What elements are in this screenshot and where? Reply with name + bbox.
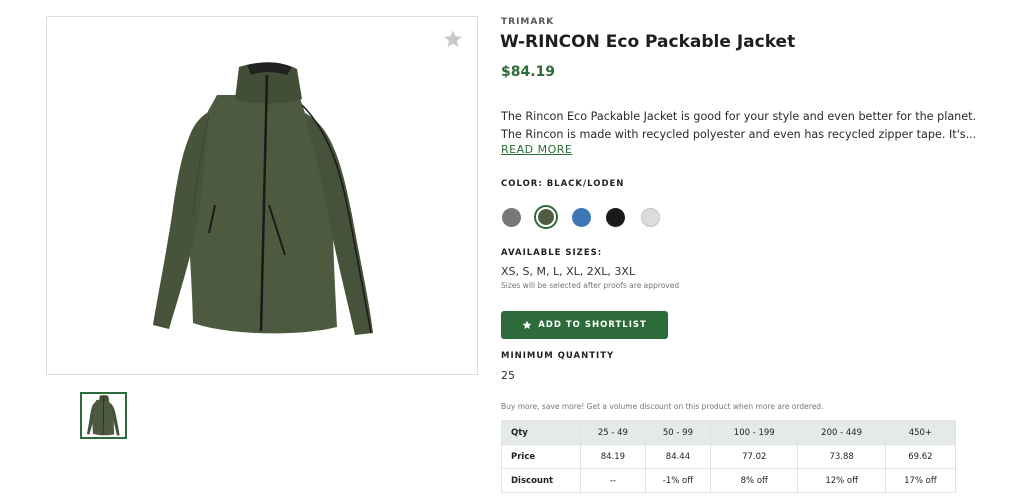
- pricing-cell: 73.88: [797, 444, 886, 469]
- pricing-header-cell: 100 - 199: [710, 420, 799, 445]
- description-line: The Rincon Eco Packable Jacket is good f…: [501, 110, 977, 123]
- color-swatch-black[interactable]: [606, 208, 625, 227]
- pricing-cell: 69.62: [884, 444, 957, 469]
- read-more-link[interactable]: READ MORE: [501, 143, 572, 156]
- sizes-label: AVAILABLE SIZES:: [501, 248, 603, 258]
- brand-name: TRIMARK: [501, 17, 555, 27]
- pricing-cell: 84.44: [644, 444, 712, 469]
- pricing-cell: 84.19: [580, 444, 646, 469]
- product-main-image[interactable]: [46, 16, 478, 375]
- pricing-cell: --: [580, 468, 646, 493]
- pricing-header-cell: 50 - 99: [644, 420, 712, 445]
- pricing-cell: -1% off: [644, 468, 712, 493]
- pricing-cell: 77.02: [710, 444, 799, 469]
- pricing-table: Qty 25 - 49 50 - 99 100 - 199 200 - 449 …: [501, 420, 957, 493]
- star-icon: [522, 320, 532, 329]
- pricing-cell: Price: [501, 444, 581, 469]
- pricing-header-cell: 25 - 49: [580, 420, 646, 445]
- sizes-note: Sizes will be selected after proofs are …: [501, 281, 680, 290]
- pricing-header-cell: 200 - 449: [797, 420, 886, 445]
- favorite-star-icon[interactable]: [443, 29, 463, 49]
- add-to-shortlist-button[interactable]: ADD TO SHORTLIST: [501, 311, 668, 339]
- product-title: W-RINCON Eco Packable Jacket: [500, 32, 796, 52]
- pricing-cell: 8% off: [710, 468, 799, 493]
- pricing-header-cell: Qty: [501, 420, 581, 445]
- pricing-header-row: Qty 25 - 49 50 - 99 100 - 199 200 - 449 …: [501, 420, 957, 445]
- product-description: The Rincon Eco Packable Jacket is good f…: [501, 108, 977, 144]
- jacket-thumbnail-image: [86, 395, 120, 436]
- color-label: COLOR: BLACK/LODEN: [501, 179, 625, 189]
- minimum-quantity-value: 25: [501, 369, 515, 382]
- color-swatch-grey[interactable]: [502, 208, 521, 227]
- product-price: $84.19: [501, 64, 556, 80]
- pricing-cell: 12% off: [797, 468, 886, 493]
- pricing-discount-row: Discount -- -1% off 8% off 12% off 17% o…: [501, 468, 957, 493]
- pricing-cell: Discount: [501, 468, 581, 493]
- color-swatch-light-grey[interactable]: [641, 208, 660, 227]
- add-to-shortlist-label: ADD TO SHORTLIST: [538, 320, 647, 330]
- jacket-image: [153, 62, 373, 335]
- product-thumbnail[interactable]: [80, 392, 127, 439]
- sizes-list: XS, S, M, L, XL, 2XL, 3XL: [501, 265, 636, 278]
- color-swatch-loden[interactable]: [534, 205, 558, 229]
- color-swatch-blue[interactable]: [572, 208, 591, 227]
- pricing-price-row: Price 84.19 84.44 77.02 73.88 69.62: [501, 444, 957, 469]
- description-line: The Rincon is made with recycled polyest…: [501, 128, 977, 141]
- minimum-quantity-label: MINIMUM QUANTITY: [501, 351, 615, 361]
- volume-discount-note: Buy more, save more! Get a volume discou…: [501, 402, 824, 411]
- pricing-header-cell: 450+: [884, 420, 957, 445]
- pricing-cell: 17% off: [884, 468, 957, 493]
